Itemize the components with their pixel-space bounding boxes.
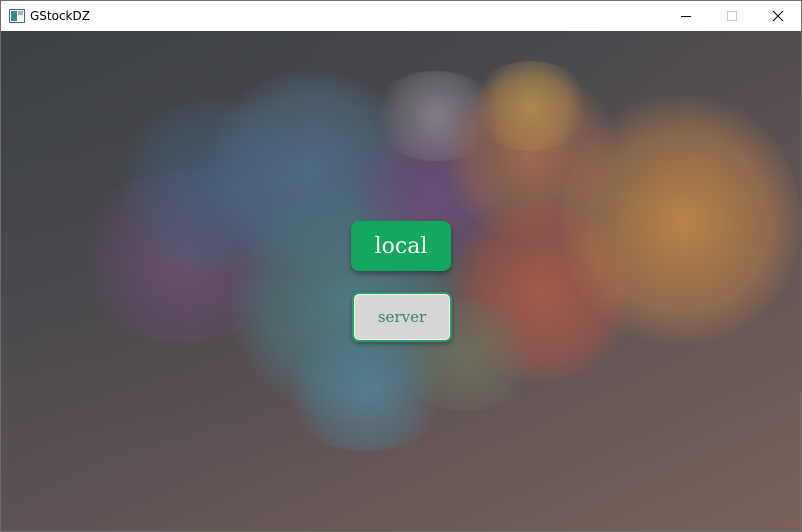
local-button[interactable]: local [351, 221, 451, 271]
maximize-button[interactable] [709, 1, 755, 31]
app-window: GStockDZ local server [0, 0, 802, 532]
title-bar[interactable]: GStockDZ [1, 1, 801, 31]
background-overlay [1, 31, 801, 531]
window-controls [663, 1, 801, 31]
background-image: local server [1, 31, 801, 531]
server-button[interactable]: server [352, 292, 452, 342]
app-icon [9, 9, 25, 23]
minimize-button[interactable] [663, 1, 709, 31]
close-button[interactable] [755, 1, 801, 31]
minimize-icon [681, 16, 691, 17]
maximize-icon [727, 11, 737, 21]
close-icon [772, 10, 784, 22]
window-title: GStockDZ [30, 9, 90, 23]
